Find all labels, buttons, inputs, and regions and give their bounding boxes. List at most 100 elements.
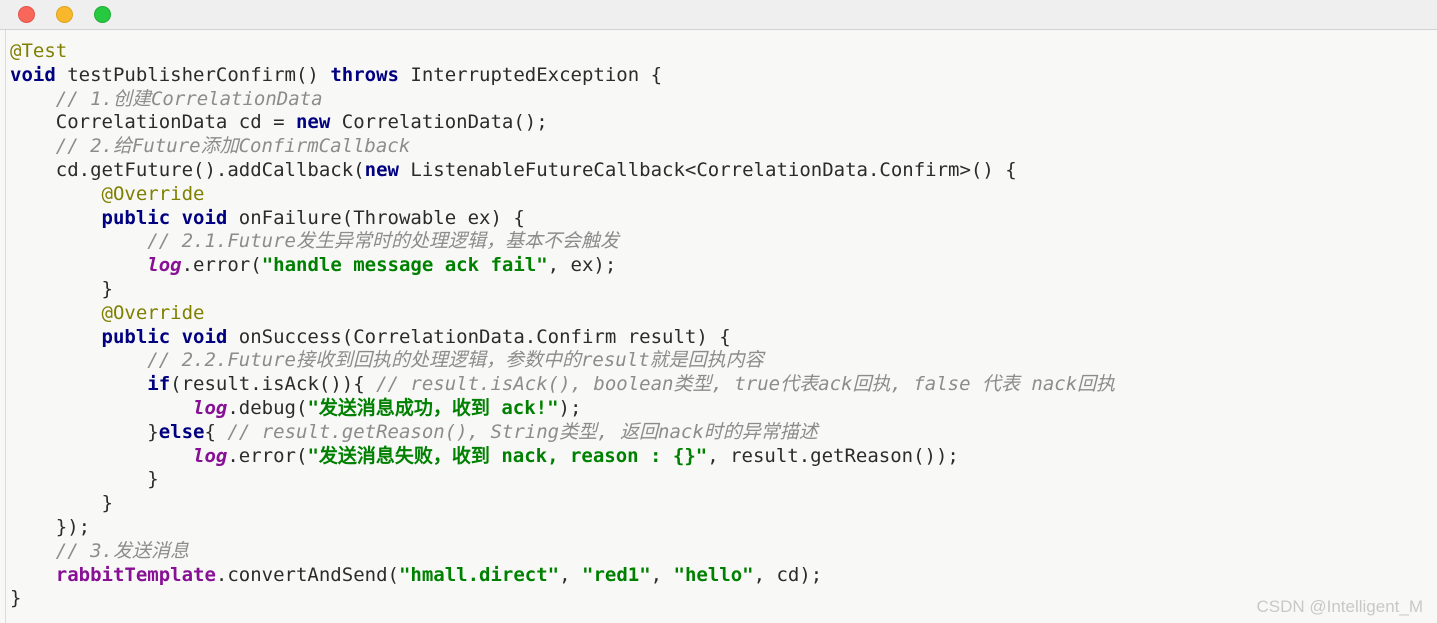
code-token-pln: testPublisherConfirm() xyxy=(55,63,331,86)
code-token-pln: , xyxy=(559,563,582,586)
code-token-pln: onSuccess(CorrelationData.Confirm result… xyxy=(227,325,731,348)
code-line: // 3.发送消息 xyxy=(10,540,189,562)
code-token-str: "hmall.direct" xyxy=(398,563,560,586)
code-token-ann: @Test xyxy=(10,40,68,62)
code-token-cmt: // 2.2.Future接收到回执的处理逻辑，参数中的result就是回执内容 xyxy=(147,349,764,372)
code-token-kw: void xyxy=(10,63,56,86)
code-line: public void onSuccess(CorrelationData.Co… xyxy=(10,326,731,348)
code-line: @Override xyxy=(10,301,205,324)
code-line: } xyxy=(10,587,21,609)
code-token-pln: }); xyxy=(55,515,91,538)
code-line: @Test xyxy=(10,40,67,62)
code-token-ann: @Override xyxy=(101,182,205,205)
code-line: public void onFailure(Throwable ex) { xyxy=(10,207,525,229)
code-token-pln: CorrelationData(); xyxy=(330,111,548,134)
code-token-str: "red1" xyxy=(582,563,651,586)
code-line: log.error("handle message ack fail", ex)… xyxy=(10,254,616,276)
code-token-pln: } xyxy=(147,420,159,443)
window-close-button[interactable] xyxy=(18,6,35,23)
code-line: void testPublisherConfirm() throws Inter… xyxy=(10,64,662,86)
code-token-kw: throws xyxy=(330,63,399,86)
code-token-str: "发送消息成功，收到 ack!" xyxy=(307,396,559,419)
code-token-pln: } xyxy=(101,492,113,515)
code-line: CorrelationData cd = new CorrelationData… xyxy=(10,111,548,133)
gutter-rule xyxy=(5,30,6,623)
code-pane[interactable]: @Test void testPublisherConfirm() throws… xyxy=(0,30,1437,623)
code-token-kw: else xyxy=(158,420,205,443)
code-token-cmt: // 3.发送消息 xyxy=(55,539,189,562)
code-token-fld: log xyxy=(193,396,228,419)
code-line: } xyxy=(10,492,113,514)
window-maximize-button[interactable] xyxy=(94,6,111,23)
code-token-kw: new xyxy=(295,111,331,134)
code-token-pln: cd.getFuture().addCallback( xyxy=(55,158,365,181)
code-block[interactable]: @Test void testPublisherConfirm() throws… xyxy=(10,40,1437,611)
code-line: } xyxy=(10,278,113,300)
code-token-fld: log xyxy=(193,444,228,467)
code-token-kw: public void xyxy=(101,325,228,348)
code-token-pln: } xyxy=(101,277,113,300)
code-token-fld2: rabbitTemplate xyxy=(55,563,216,586)
code-line: log.error("发送消息失败，收到 nack, reason : {}",… xyxy=(10,445,959,467)
code-token-fld: log xyxy=(147,254,182,277)
code-token-str: "handle message ack fail" xyxy=(261,254,548,277)
code-line: rabbitTemplate.convertAndSend("hmall.dir… xyxy=(10,564,822,586)
code-token-kw: if xyxy=(147,373,171,396)
code-token-pln: , result.getReason()); xyxy=(707,444,959,467)
watermark: CSDN @Intelligent_M xyxy=(1256,597,1423,616)
code-line: if(result.isAck()){ // result.isAck(), b… xyxy=(10,373,1115,395)
code-token-ann: @Override xyxy=(101,301,205,324)
code-token-pln: , xyxy=(650,563,674,586)
code-line: log.debug("发送消息成功，收到 ack!"); xyxy=(10,397,581,419)
code-line: cd.getFuture().addCallback(new Listenabl… xyxy=(10,159,1017,181)
code-token-pln: CorrelationData cd = xyxy=(55,111,296,134)
code-line: } xyxy=(10,468,158,490)
code-token-kw: new xyxy=(364,158,399,181)
code-token-pln: .debug( xyxy=(227,396,308,419)
code-token-kw: public void xyxy=(101,206,228,229)
code-token-cmt: // result.getReason(), String类型, 返回nack时… xyxy=(227,420,818,443)
code-token-pln: .error( xyxy=(181,254,262,277)
window-minimize-button[interactable] xyxy=(56,6,73,23)
code-token-cmt: // 2.1.Future发生异常时的处理逻辑，基本不会触发 xyxy=(147,230,619,253)
code-token-str: "发送消息失败，收到 nack, reason : {}" xyxy=(307,444,708,467)
code-token-cmt: // 1.创建CorrelationData xyxy=(55,87,323,110)
code-token-str: "hello" xyxy=(673,563,754,586)
code-token-pln: , cd); xyxy=(753,563,823,586)
code-line: }); xyxy=(10,516,90,538)
code-line: // 2.2.Future接收到回执的处理逻辑，参数中的result就是回执内容 xyxy=(10,349,764,372)
code-token-pln: ); xyxy=(558,396,582,419)
code-token-pln: .convertAndSend( xyxy=(215,563,399,586)
code-token-pln: } xyxy=(10,587,22,610)
code-token-pln: onFailure(Throwable ex) { xyxy=(227,206,525,229)
code-line: }else{ // result.getReason(), String类型, … xyxy=(10,420,818,443)
code-token-pln: ListenableFutureCallback<CorrelationData… xyxy=(398,158,1017,181)
code-window: @Test void testPublisherConfirm() throws… xyxy=(0,0,1437,623)
code-line: // 1.创建CorrelationData xyxy=(10,88,323,110)
code-token-pln: .error( xyxy=(227,444,308,467)
code-line: @Override xyxy=(10,182,205,205)
code-token-cmt: // 2.给Future添加ConfirmCallback xyxy=(55,135,411,158)
code-line: // 2.1.Future发生异常时的处理逻辑，基本不会触发 xyxy=(10,230,619,252)
window-titlebar xyxy=(0,0,1437,30)
